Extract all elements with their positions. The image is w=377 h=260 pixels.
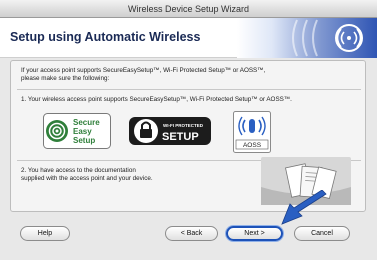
requirement-2-line-1: 2. You have access to the documentation bbox=[21, 167, 136, 174]
requirement-1: 1. Your wireless access point supports S… bbox=[21, 96, 292, 103]
header-graphic bbox=[237, 18, 377, 58]
window-title: Wireless Device Setup Wizard bbox=[127, 4, 250, 14]
ses-line1: Secure bbox=[73, 118, 100, 127]
wps-big-text: SETUP bbox=[162, 131, 199, 143]
intro-text: If your access point supports SecureEasy… bbox=[21, 67, 356, 83]
requirement-2-line-2: supplied with the access point and your … bbox=[21, 175, 153, 182]
help-button[interactable]: Help bbox=[20, 226, 70, 241]
cancel-button[interactable]: Cancel bbox=[294, 226, 350, 241]
requirement-2: 2. You have access to the documentation … bbox=[21, 167, 191, 183]
intro-line-2: please make sure the following: bbox=[21, 75, 110, 82]
window-titlebar: Wireless Device Setup Wizard bbox=[0, 0, 377, 18]
wireless-signal-icon bbox=[292, 19, 363, 57]
secureeasysetup-logo: Secure Easy Setup bbox=[43, 113, 111, 149]
wifi-protected-setup-logo: WI-FI PROTECTED SETUP bbox=[129, 111, 211, 151]
page-title: Setup using Automatic Wireless bbox=[10, 30, 201, 44]
aoss-text: AOSS bbox=[243, 142, 262, 149]
ses-line3: Setup bbox=[73, 136, 95, 145]
next-button[interactable]: Next > bbox=[226, 226, 283, 241]
back-button[interactable]: < Back bbox=[165, 226, 218, 241]
aoss-logo: AOSS bbox=[233, 111, 271, 153]
wps-small-text: WI-FI PROTECTED bbox=[163, 123, 204, 128]
divider bbox=[17, 89, 361, 90]
arrow-pointer-icon bbox=[276, 189, 330, 228]
intro-line-1: If your access point supports SecureEasy… bbox=[21, 67, 266, 74]
ses-line2: Easy bbox=[73, 127, 92, 136]
wizard-header: Setup using Automatic Wireless bbox=[0, 18, 377, 58]
